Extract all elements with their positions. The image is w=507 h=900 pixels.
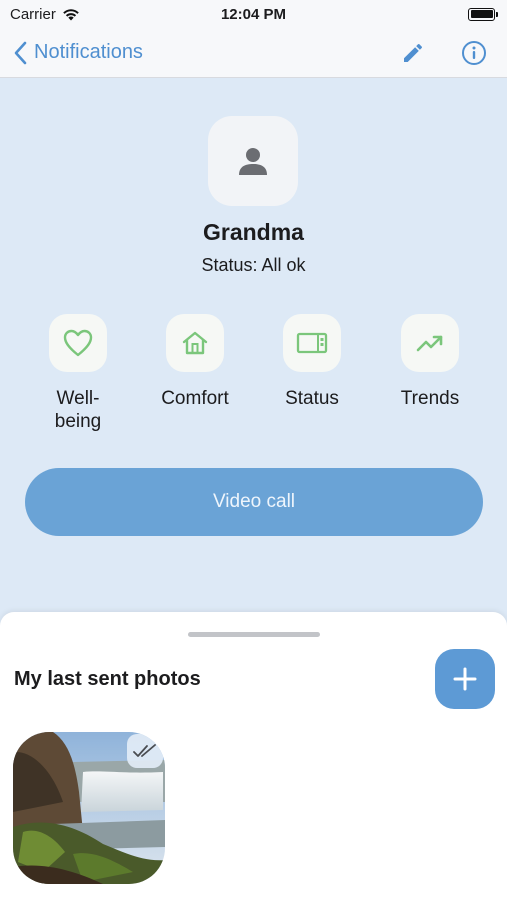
- add-photo-button[interactable]: [435, 649, 495, 709]
- double-check-icon: [133, 744, 156, 757]
- info-icon[interactable]: [461, 40, 487, 66]
- contact-status: Status: All ok: [201, 255, 306, 275]
- tile-label-comfort: Comfort: [161, 388, 229, 409]
- heart-icon: [63, 329, 93, 357]
- back-chevron-icon: [14, 41, 27, 64]
- carrier-label: Carrier: [10, 5, 56, 23]
- contact-name: Grandma: [203, 219, 304, 245]
- house-icon: [182, 331, 208, 355]
- tile-trends[interactable]: Trends: [375, 314, 485, 410]
- person-icon: [239, 148, 267, 175]
- back-label: Notifications: [34, 41, 143, 63]
- photo-thumbnail[interactable]: [13, 732, 165, 884]
- sheet-title: My last sent photos: [14, 668, 201, 690]
- tile-wellbeing[interactable]: Well- being: [23, 314, 133, 433]
- plus-icon: [453, 667, 477, 691]
- tile-status[interactable]: Status: [257, 314, 367, 410]
- tile-label-status: Status: [285, 388, 339, 409]
- battery-icon: [468, 7, 498, 21]
- status-bar: Carrier 12:04 PM: [0, 0, 507, 28]
- wifi-icon: [63, 8, 79, 20]
- nav-bar: Notifications: [0, 28, 507, 78]
- sent-badge: [127, 734, 163, 768]
- action-tiles: Well- being Comfort Status Trends: [0, 314, 507, 444]
- pencil-icon[interactable]: [401, 41, 425, 65]
- tile-label-trends: Trends: [400, 388, 460, 409]
- tile-label-wellbeing: Well- being: [54, 388, 102, 432]
- avatar: [208, 116, 298, 206]
- trend-up-icon: [416, 335, 443, 352]
- video-call-button[interactable]: Video call: [25, 468, 483, 536]
- tile-comfort[interactable]: Comfort: [140, 314, 250, 410]
- back-button[interactable]: Notifications: [14, 41, 143, 65]
- photos-sheet: My last sent photos: [0, 612, 507, 900]
- device-icon: [296, 332, 328, 354]
- sheet-grabber[interactable]: [188, 632, 320, 637]
